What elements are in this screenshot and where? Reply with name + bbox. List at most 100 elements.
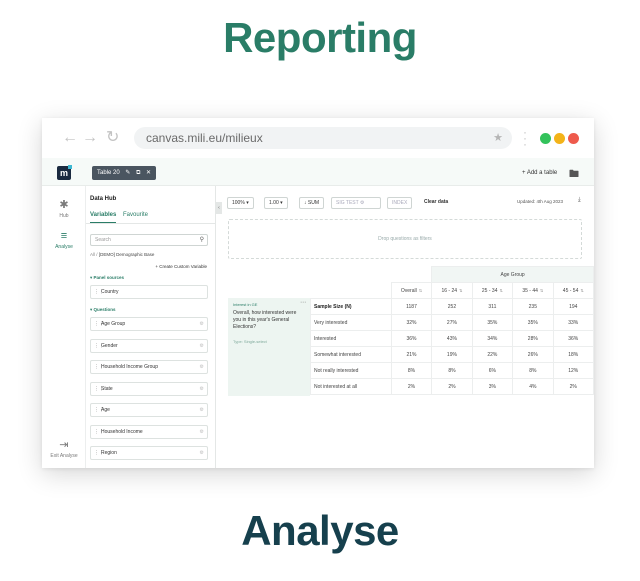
breadcrumb-current: [DEMO] Demographic Base — [98, 252, 155, 257]
variable-label: Household Income — [101, 429, 143, 435]
tab-variables[interactable]: Variables — [90, 212, 117, 223]
panel-sources-section[interactable]: ▾ Panel sources — [90, 275, 124, 281]
back-arrow-icon[interactable]: ← — [62, 128, 78, 148]
window-maximize-dot[interactable] — [540, 133, 551, 144]
tab-favourite[interactable]: Favourite — [123, 212, 148, 218]
header-spacer — [310, 282, 392, 299]
create-custom-variable-button[interactable]: + Create Custom Variable — [155, 264, 207, 269]
table-cell: 12% — [552, 362, 594, 379]
variable-item-gender[interactable]: ⋮⋮ Gender ⚙ — [90, 339, 208, 353]
drag-handle-icon[interactable]: ⋮⋮ — [94, 340, 104, 352]
tab-label: Table 20 — [97, 170, 120, 176]
gear-icon[interactable]: ⚙ — [200, 318, 204, 330]
variable-label: Household Income Group — [101, 364, 158, 370]
drag-handle-icon[interactable]: ⋮⋮ — [94, 447, 104, 459]
variable-item-country[interactable]: ⋮⋮ Country — [90, 285, 208, 299]
search-input[interactable]: Search ⚲ — [90, 234, 208, 246]
search-icon[interactable]: ⚲ — [200, 235, 204, 245]
gear-icon[interactable]: ⚙ — [200, 447, 204, 459]
table-row: Very interested 32% 27% 35% 35% 33% — [310, 314, 594, 331]
sort-icon[interactable]: ⇅ — [419, 288, 422, 293]
question-tag: Interest in GE — [233, 302, 258, 307]
table-cell: 35% — [471, 314, 514, 331]
drag-handle-icon[interactable]: ⋮⋮ — [94, 426, 104, 438]
question-card[interactable]: Interest in GE ⋯ Overall, how interested… — [228, 298, 310, 396]
table-cell: 4% — [512, 378, 554, 395]
column-header-1[interactable]: 16 - 24 ⇅ — [431, 282, 473, 299]
table-cell: 8% — [390, 362, 433, 379]
sort-icon[interactable]: ⇅ — [499, 288, 502, 293]
variable-item-region[interactable]: ⋮⋮ Region ⚙ — [90, 446, 208, 460]
gear-icon[interactable]: ⚙ — [200, 426, 204, 438]
column-header-3[interactable]: 35 - 44 ⇅ — [512, 282, 554, 299]
analysis-main: 100% ▾ 1.00 ▾ ↓ SUM SIG TEST ⚙ INDEX Cle… — [223, 186, 594, 468]
add-table-button[interactable]: + Add a table — [522, 170, 557, 176]
column-header-0[interactable]: Overall ⇅ — [390, 282, 433, 299]
variable-item-age[interactable]: ⋮⋮ Age ⚙ — [90, 403, 208, 417]
milieux-logo[interactable]: m — [57, 165, 72, 180]
address-bar[interactable]: canvas.mili.eu/milieux ★ — [134, 127, 512, 149]
folder-icon[interactable]: 🖿 — [569, 167, 579, 184]
sort-icon[interactable]: ⇅ — [540, 288, 543, 293]
clear-data-button[interactable]: Clear data — [424, 199, 448, 205]
variable-item-household-income-group[interactable]: ⋮⋮ Household Income Group ⚙ — [90, 360, 208, 374]
column-header-2[interactable]: 25 - 34 ⇅ — [471, 282, 514, 299]
table-cell: 2% — [431, 378, 473, 395]
table-cell: 36% — [552, 330, 594, 347]
sum-label: SUM — [307, 200, 320, 206]
table-cell: 36% — [390, 330, 433, 347]
zoom-value: 100% — [232, 200, 245, 206]
reload-icon[interactable]: ↻ — [106, 128, 119, 148]
rail-item-analyse[interactable]: ≡ Analyse — [42, 230, 86, 250]
sum-button[interactable]: ↓ SUM — [299, 197, 325, 209]
rail-item-exit[interactable]: ⇥ Exit Analyse — [42, 438, 86, 459]
column-header-label: 16 - 24 — [441, 287, 458, 294]
tab-table-20[interactable]: Table 20 ✎ ⧉ ✕ — [92, 166, 157, 180]
table-group-header-row: Age Group — [310, 266, 594, 283]
download-icon[interactable]: ⤓ — [578, 197, 581, 204]
filter-dropzone[interactable]: Drop questions as filters — [228, 219, 582, 259]
zoom-select[interactable]: 100% ▾ — [227, 197, 254, 209]
column-header-label: 45 - 54 — [562, 287, 579, 294]
sig-test-button[interactable]: SIG TEST ⚙ — [331, 197, 381, 209]
decimals-select[interactable]: 1.00 ▾ — [264, 197, 288, 209]
drag-handle-icon[interactable]: ⋮⋮ — [94, 361, 104, 373]
questions-section[interactable]: ▾ Questions — [90, 307, 116, 313]
table-cell: 6% — [471, 362, 514, 379]
rail-item-hub[interactable]: ✱ Hub — [42, 198, 86, 219]
breadcrumb-root[interactable]: All — [90, 252, 95, 257]
sort-icon[interactable]: ⇅ — [459, 288, 462, 293]
bookmark-star-icon[interactable]: ★ — [493, 127, 503, 149]
more-options-icon[interactable]: ⋯ — [300, 299, 306, 306]
gear-icon[interactable]: ⚙ — [200, 404, 204, 416]
table-row: Somewhat interested 21% 19% 22% 26% 18% — [310, 346, 594, 363]
table-cell: 1187 — [390, 298, 433, 315]
column-header-4[interactable]: 45 - 54 ⇅ — [552, 282, 594, 299]
variable-item-household-income[interactable]: ⋮⋮ Household Income ⚙ — [90, 425, 208, 439]
gear-icon[interactable]: ⚙ — [200, 340, 204, 352]
browser-bar: ← → ↻ canvas.mili.eu/milieux ★ · · · — [42, 118, 594, 158]
breadcrumb: All / [DEMO] Demographic Base — [90, 252, 154, 257]
sort-icon[interactable]: ⇅ — [580, 288, 583, 293]
window-close-dot[interactable] — [568, 133, 579, 144]
drag-handle-icon[interactable]: ⋮⋮ — [94, 383, 104, 395]
close-icon[interactable]: ✕ — [146, 170, 151, 176]
gear-icon[interactable]: ⚙ — [200, 361, 204, 373]
questions-label: Questions — [93, 307, 116, 312]
window-minimize-dot[interactable] — [554, 133, 565, 144]
forward-arrow-icon[interactable]: → — [82, 128, 98, 148]
variable-item-age-group[interactable]: ⋮⋮ Age Group ⚙ — [90, 317, 208, 331]
drag-handle-icon[interactable]: ⋮⋮ — [94, 286, 104, 298]
table-cell: 2% — [390, 378, 433, 395]
copy-icon[interactable]: ⧉ — [136, 170, 140, 176]
table-row: Not really interested 8% 8% 6% 8% 12% — [310, 362, 594, 379]
edit-icon[interactable]: ✎ — [125, 170, 130, 176]
url-text: canvas.mili.eu/milieux — [146, 131, 263, 145]
drag-handle-icon[interactable]: ⋮⋮ — [94, 318, 104, 330]
gear-icon[interactable]: ⚙ — [200, 383, 204, 395]
drag-handle-icon[interactable]: ⋮⋮ — [94, 404, 104, 416]
variable-item-state[interactable]: ⋮⋮ State ⚙ — [90, 382, 208, 396]
index-button[interactable]: INDEX — [387, 197, 413, 209]
browser-menu-icon[interactable]: · · · — [523, 126, 527, 150]
collapse-panel-chevron-icon[interactable]: ‹ — [216, 202, 222, 214]
